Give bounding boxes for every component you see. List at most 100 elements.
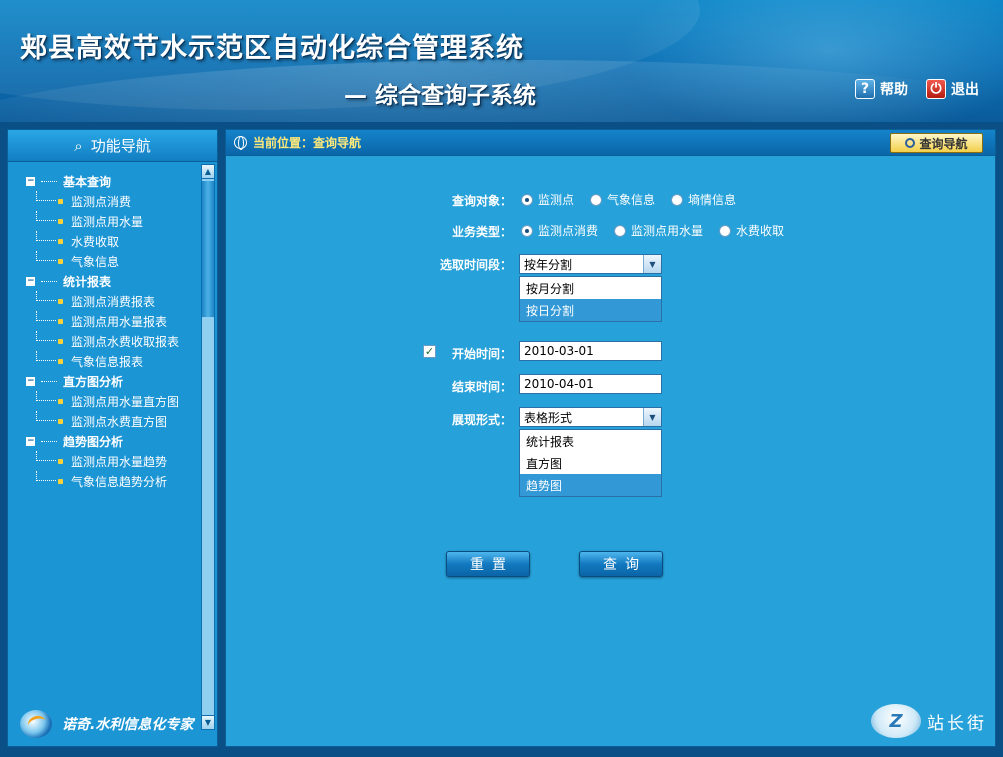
tree-item-label: 监测点水费直方图 — [71, 414, 168, 429]
magnifier-icon — [905, 138, 916, 148]
radio-label: 监测点用水量 — [631, 224, 704, 238]
radio-query-object-moisture[interactable]: 墒情信息 — [671, 191, 736, 208]
scroll-thumb[interactable] — [202, 181, 214, 317]
display-option[interactable]: 统计报表 — [520, 430, 661, 452]
bullet-icon — [58, 358, 63, 364]
period-option[interactable]: 按月分割 — [520, 277, 661, 299]
breadcrumb-text: 当前位置：查询导航 — [253, 136, 362, 150]
tree-line — [41, 380, 57, 382]
bullet-icon — [58, 298, 63, 304]
period-select-value: 按年分割 — [524, 257, 573, 272]
tree-item[interactable]: 监测点用水量 — [26, 211, 201, 231]
exit-button[interactable]: ⏻ 退出 — [926, 78, 979, 100]
sidebar-scrollbar[interactable]: ▲ ▼ — [201, 164, 215, 730]
reset-button[interactable]: 重置 — [446, 551, 530, 577]
chevron-down-icon[interactable]: ▼ — [643, 255, 661, 273]
bullet-icon — [58, 478, 63, 484]
company-slogan: 诺奇.水利信息化专家 — [62, 717, 194, 733]
tree-item-label: 气象信息报表 — [71, 354, 144, 369]
bullet-icon — [58, 218, 63, 224]
tree-item-label: 监测点水费收取报表 — [71, 334, 180, 349]
tree-group-label: 统计报表 — [63, 274, 112, 289]
banner-glow — [620, 0, 1003, 122]
tree-item-label: 监测点用水量直方图 — [71, 394, 180, 409]
help-button[interactable]: ? 帮助 — [855, 78, 908, 100]
display-dropdown-list: 统计报表 直方图 趋势图 — [519, 429, 662, 497]
tree-line — [36, 211, 56, 221]
radio-query-object-weather[interactable]: 气象信息 — [590, 191, 655, 208]
period-option[interactable]: 按日分割 — [520, 299, 661, 321]
radio-label: 墒情信息 — [688, 193, 737, 207]
tree-item-label: 监测点消费报表 — [71, 294, 156, 309]
tree-group-basic-query[interactable]: − 基本查询 — [26, 171, 201, 191]
tree-item[interactable]: 气象信息报表 — [26, 351, 201, 371]
query-button[interactable]: 查询 — [579, 551, 663, 577]
tree-line — [36, 251, 56, 261]
help-label: 帮助 — [880, 82, 908, 98]
display-select[interactable]: 表格形式 ▼ — [519, 407, 662, 427]
radio-business-fee[interactable]: 水费收取 — [719, 222, 784, 239]
tree-item-label: 监测点用水量趋势 — [71, 454, 168, 469]
tree-item[interactable]: 监测点用水量直方图 — [26, 391, 201, 411]
collapse-icon[interactable]: − — [26, 176, 35, 186]
sidebar-header: ⌕ 功能导航 — [8, 130, 217, 162]
tree-group-trend[interactable]: − 趋势图分析 — [26, 431, 201, 451]
scroll-up-icon[interactable]: ▲ — [202, 165, 214, 179]
tree-line — [36, 331, 56, 341]
tree-item[interactable]: 监测点消费报表 — [26, 291, 201, 311]
tree-group-label: 趋势图分析 — [63, 434, 124, 449]
tree-group: − 基本查询 监测点消费 监测点用水量 水费收取 气象信息 — [26, 171, 201, 271]
query-nav-label: 查询导航 — [919, 136, 968, 151]
tree-item[interactable]: 监测点用水量趋势 — [26, 451, 201, 471]
collapse-icon[interactable]: − — [26, 276, 35, 286]
display-option[interactable]: 趋势图 — [520, 474, 661, 496]
chevron-down-icon[interactable]: ▼ — [643, 408, 661, 426]
display-label: 展现形式： — [451, 413, 512, 427]
display-select-value: 表格形式 — [524, 410, 573, 425]
start-time-input[interactable]: 2010-03-01 — [519, 341, 662, 361]
tree-group-reports[interactable]: − 统计报表 — [26, 271, 201, 291]
breadcrumb: 当前位置：查询导航 查询导航 — [226, 130, 995, 156]
tree-item[interactable]: 气象信息 — [26, 251, 201, 271]
tree-item[interactable]: 气象信息趋势分析 — [26, 471, 201, 491]
main-panel: 当前位置：查询导航 查询导航 查询对象： 监测点 气象信息 墒情信息 业务类型：… — [225, 129, 996, 747]
watermark: Z 站长街 — [871, 704, 987, 738]
tree-group-label: 基本查询 — [63, 174, 112, 189]
bullet-icon — [58, 238, 63, 244]
tree-item[interactable]: 监测点用水量报表 — [26, 311, 201, 331]
tree-group: − 统计报表 监测点消费报表 监测点用水量报表 监测点水费收取报表 气象信息报表 — [26, 271, 201, 371]
tree-item[interactable]: 监测点水费直方图 — [26, 411, 201, 431]
tree-item[interactable]: 监测点水费收取报表 — [26, 331, 201, 351]
tree-item-label: 水费收取 — [71, 234, 120, 249]
nav-tree: − 基本查询 监测点消费 监测点用水量 水费收取 气象信息 − 统计报表 监测点… — [8, 163, 201, 703]
end-time-input[interactable]: 2010-04-01 — [519, 374, 662, 394]
business-type-label: 业务类型： — [451, 225, 512, 239]
tree-item[interactable]: 水费收取 — [26, 231, 201, 251]
radio-selected-icon — [521, 224, 533, 237]
radio-business-water-usage[interactable]: 监测点用水量 — [614, 222, 703, 239]
radio-selected-icon — [521, 193, 533, 206]
radio-query-object-monitor[interactable]: 监测点 — [521, 191, 574, 208]
tree-item-label: 监测点用水量 — [71, 214, 144, 229]
display-option[interactable]: 直方图 — [520, 452, 661, 474]
radio-icon — [590, 193, 603, 206]
bullet-icon — [58, 398, 63, 404]
power-icon: ⏻ — [926, 79, 946, 99]
radio-business-consumption[interactable]: 监测点消费 — [521, 222, 598, 239]
watermark-text: 站长街 — [927, 713, 987, 734]
tree-item[interactable]: 监测点消费 — [26, 191, 201, 211]
collapse-icon[interactable]: − — [26, 436, 35, 446]
period-dropdown-list: 按月分割 按日分割 — [519, 276, 662, 322]
tree-line — [41, 280, 57, 282]
query-nav-button[interactable]: 查询导航 — [890, 133, 983, 153]
radio-icon — [719, 224, 732, 237]
query-object-group: 监测点 气象信息 墒情信息 — [521, 191, 736, 208]
tree-line — [36, 451, 56, 461]
tree-line — [36, 291, 56, 301]
bullet-icon — [58, 458, 63, 464]
company-logo-icon — [20, 710, 52, 738]
app-subtitle: — 综合查询子系统 — [344, 83, 537, 109]
period-select[interactable]: 按年分割 ▼ — [519, 254, 662, 274]
collapse-icon[interactable]: − — [26, 376, 35, 386]
tree-group-histogram[interactable]: − 直方图分析 — [26, 371, 201, 391]
